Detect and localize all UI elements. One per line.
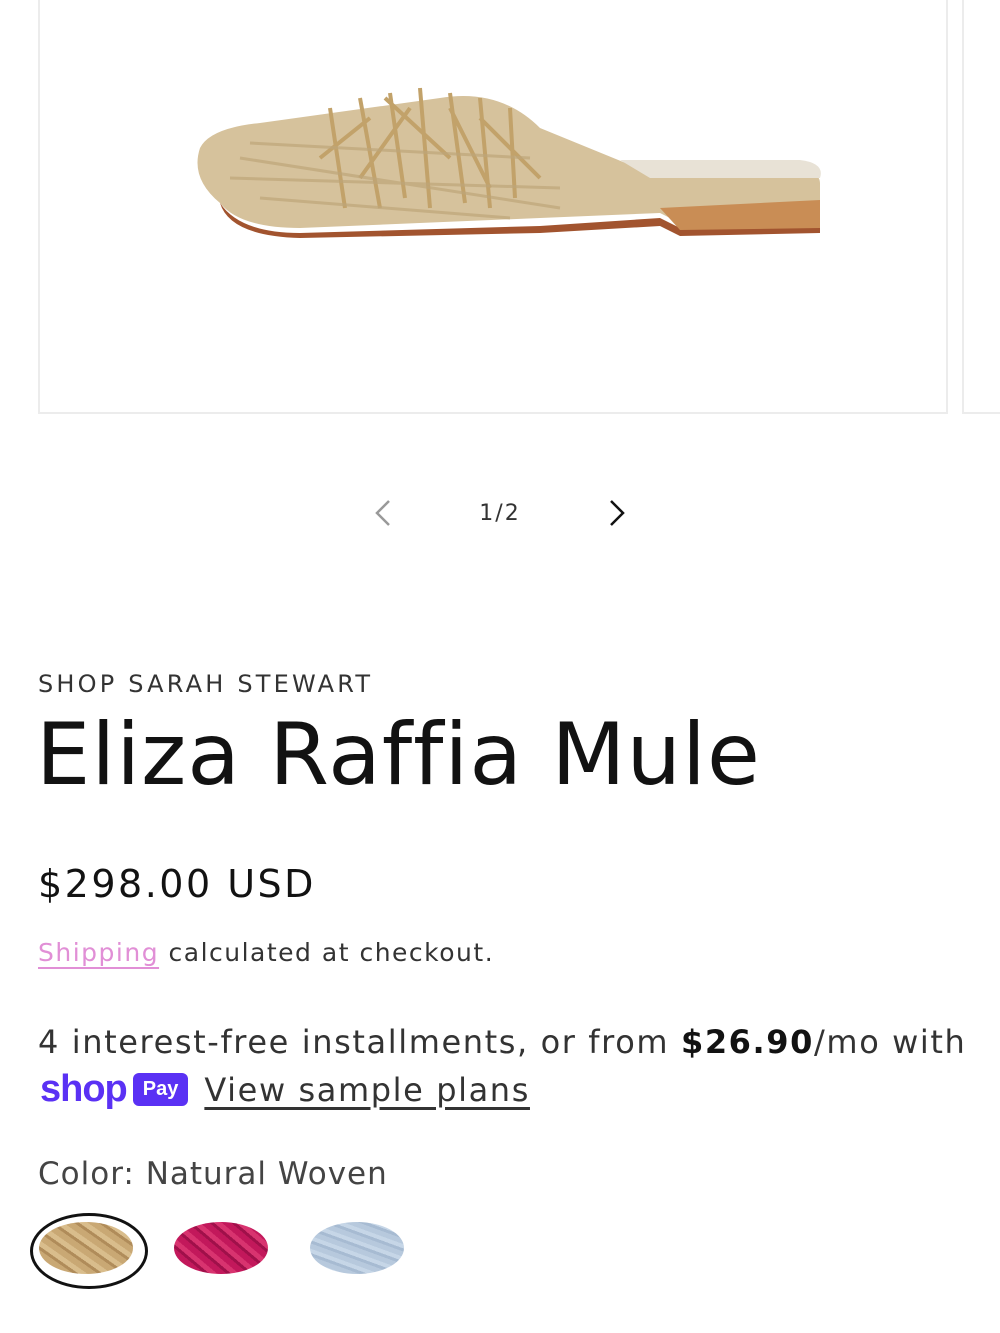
color-label: Color: Natural Woven (38, 1156, 388, 1192)
shop-pay-badge: Pay (132, 1073, 189, 1106)
shipping-note: Shipping calculated at checkout. (38, 938, 494, 967)
shipping-link[interactable]: Shipping (38, 938, 159, 967)
shipping-note-text: calculated at checkout. (159, 938, 495, 967)
slide-counter: 1/2 (479, 500, 521, 526)
chevron-left-icon (375, 500, 390, 526)
previous-slide-button[interactable] (360, 490, 406, 536)
swatch-natural-woven[interactable] (39, 1222, 133, 1274)
shop-pay-row: shop Pay View sample plans (40, 1068, 530, 1111)
swatch-pink[interactable] (174, 1222, 268, 1274)
installments-prefix: 4 interest-free installments, or from (38, 1023, 681, 1061)
product-image (197, 87, 821, 238)
product-title: Eliza Raffia Mule (36, 705, 761, 805)
product-vendor: SHOP SARAH STEWART (38, 670, 374, 698)
product-media-frame (38, 0, 948, 414)
installments-text: 4 interest-free installments, or from $2… (38, 1018, 978, 1066)
shop-pay-logo: shop (40, 1068, 128, 1110)
view-sample-plans-link[interactable]: View sample plans (204, 1071, 530, 1109)
installments-amount: $26.90 (680, 1023, 815, 1061)
color-swatches (30, 1213, 430, 1295)
next-slide-button[interactable] (594, 490, 640, 536)
chevron-right-icon (610, 500, 625, 526)
slider-controls: 1/2 (360, 490, 640, 536)
next-media-frame (962, 0, 1000, 414)
installments-suffix: /mo with (814, 1023, 967, 1061)
product-price: $298.00 USD (38, 862, 316, 906)
swatch-blue[interactable] (310, 1222, 404, 1274)
